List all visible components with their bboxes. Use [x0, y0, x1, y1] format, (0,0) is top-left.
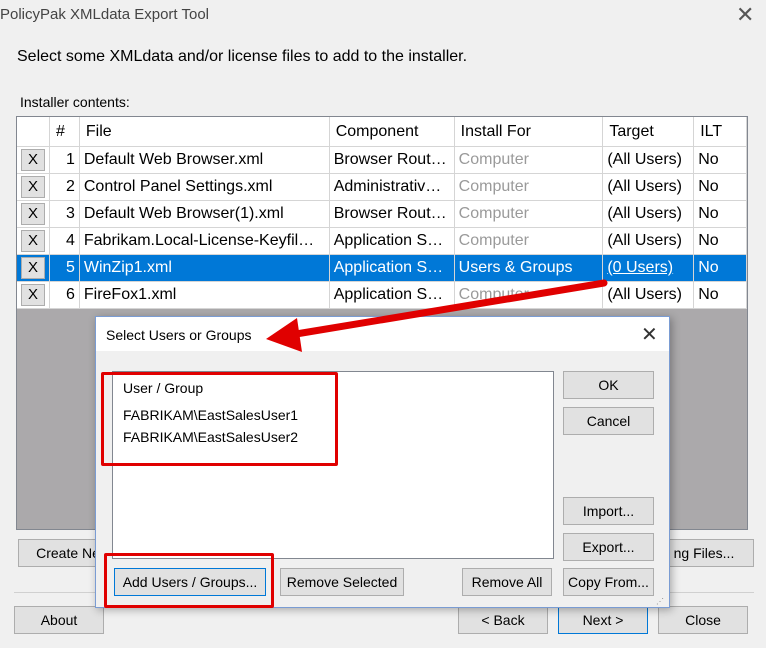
annotation-arrow	[266, 279, 608, 352]
